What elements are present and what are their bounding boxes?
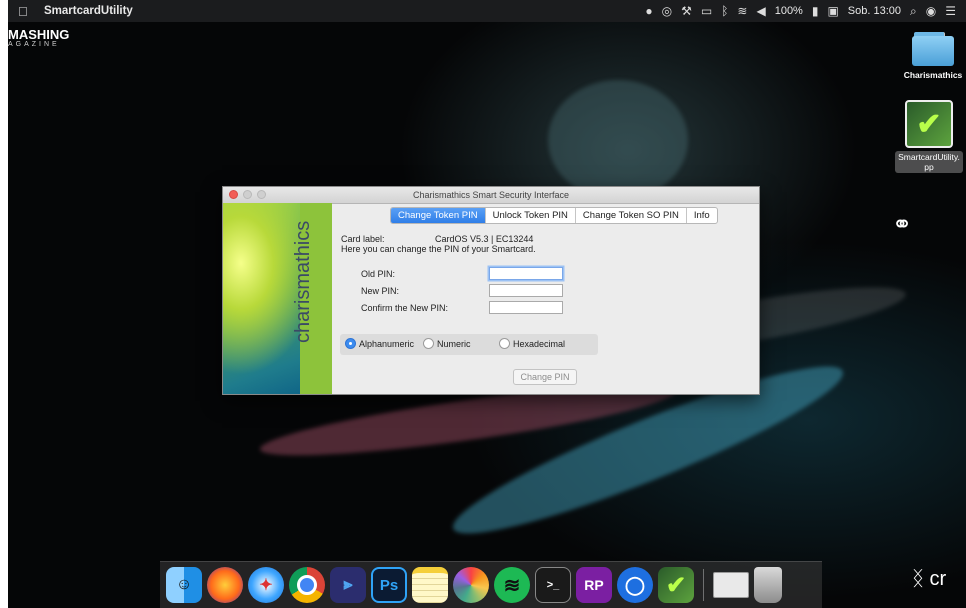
blue-app-icon[interactable]: ◯	[617, 567, 653, 603]
radio-selected-icon	[345, 338, 356, 349]
close-button[interactable]	[229, 190, 238, 199]
new-pin-field[interactable]	[489, 284, 563, 297]
folder-icon	[912, 32, 954, 66]
confirm-pin-field[interactable]	[489, 301, 563, 314]
display-icon[interactable]: ▣	[827, 4, 838, 18]
record-icon[interactable]: ●	[645, 4, 652, 18]
safari-icon[interactable]: ✦	[248, 567, 284, 603]
change-pin-button[interactable]: Change PIN	[513, 369, 577, 385]
tab-info[interactable]: Info	[687, 208, 717, 223]
radio-unselected-icon	[499, 338, 510, 349]
battery-percent[interactable]: 100%	[775, 5, 803, 17]
clock[interactable]: Sob. 13:00	[848, 5, 901, 17]
tab-unlock-token-pin[interactable]: Unlock Token PIN	[486, 208, 576, 223]
photoshop-icon[interactable]: Ps	[371, 567, 407, 603]
search-icon[interactable]: ⌕	[910, 4, 917, 19]
checkmark-icon: ✔	[905, 100, 953, 148]
dock: ☺ ✦ ⫸ Ps ≋ >_ RP ◯ ✔	[160, 561, 822, 608]
radio-alphanumeric[interactable]: Alphanumeric	[345, 338, 414, 349]
rp-app-icon[interactable]: RP	[576, 567, 612, 603]
volume-icon[interactable]: ◀	[756, 4, 765, 18]
status-area: ● ◎ ⚒ ▭ ᛒ ≋ ◀ 100% ▮ ▣ Sob. 13:00 ⌕ ◉ ☰	[645, 4, 956, 19]
window-titlebar[interactable]: Charismathics Smart Security Interface	[223, 187, 759, 204]
apple-icon[interactable]: 	[18, 4, 38, 19]
description-text: Here you can change the PIN of your Smar…	[341, 244, 536, 254]
desktop-item-label: SmartcardUtility. pp	[895, 151, 963, 173]
bluetooth-icon[interactable]: ᛒ	[721, 4, 728, 18]
terminal-icon[interactable]: >_	[535, 567, 571, 603]
desktop-app-smartcardutility[interactable]: ✔ SmartcardUtility. pp	[893, 100, 965, 173]
notes-icon[interactable]	[412, 567, 448, 603]
radio-label: Hexadecimal	[513, 338, 566, 349]
desktop-folder-charismathics[interactable]: Charismathics	[902, 32, 964, 80]
photos-icon[interactable]	[453, 567, 489, 603]
dock-separator	[703, 569, 704, 601]
old-pin-field[interactable]	[489, 267, 563, 280]
brand-logo-title: MASHING	[8, 27, 70, 42]
card-label-name: Card label:	[341, 234, 385, 244]
battery-icon[interactable]: ▮	[812, 4, 819, 18]
old-pin-label: Old PIN:	[361, 269, 396, 279]
siri-icon[interactable]: ◉	[926, 4, 936, 18]
radio-label: Numeric	[437, 338, 471, 349]
finder-icon[interactable]: ☺	[166, 567, 202, 603]
tool-icon[interactable]: ⚒	[681, 4, 692, 18]
minimize-button[interactable]	[243, 190, 252, 199]
wifi-icon[interactable]: ≋	[737, 4, 747, 18]
brand-logo-subtitle: AGAZINE	[8, 41, 60, 48]
radio-numeric[interactable]: Numeric	[423, 338, 471, 349]
radio-unselected-icon	[423, 338, 434, 349]
new-pin-label: New PIN:	[361, 286, 400, 296]
menu-bar:  SmartcardUtility ● ◎ ⚒ ▭ ᛒ ≋ ◀ 100% ▮ …	[8, 0, 966, 22]
smartcard-utility-icon[interactable]: ✔	[658, 567, 694, 603]
sidebar-brand-text: charismathics	[292, 220, 314, 343]
chrome-icon[interactable]	[289, 567, 325, 603]
radio-label: Alphanumeric	[359, 338, 415, 349]
vscode-icon[interactable]: ⫸	[330, 567, 366, 603]
menubar-app-name[interactable]: SmartcardUtility	[44, 5, 133, 17]
wallpaper-stroke	[548, 80, 688, 200]
card-label-value: CardOS V5.3 | EC13244	[435, 234, 534, 244]
spotify-icon[interactable]: ≋	[494, 567, 530, 603]
firefox-icon[interactable]	[207, 567, 243, 603]
zoom-button[interactable]	[257, 190, 266, 199]
smart-security-window: Charismathics Smart Security Interface c…	[222, 186, 760, 395]
window-preview-icon[interactable]	[713, 572, 749, 598]
brand-sidebar: charismathics	[223, 203, 332, 394]
window-title: Charismathics Smart Security Interface	[412, 190, 570, 200]
trash-icon[interactable]	[754, 567, 782, 603]
notification-center-icon[interactable]: ☰	[945, 4, 956, 18]
confirm-pin-label: Confirm the New PIN:	[361, 303, 449, 313]
network-logo-icon: ⚭	[892, 211, 913, 238]
corner-brand-logo: ᛝ cr	[912, 568, 947, 590]
radio-hexadecimal[interactable]: Hexadecimal	[499, 338, 565, 349]
cc-icon[interactable]: ◎	[662, 4, 672, 18]
tab-bar: Change Token PIN Unlock Token PIN Change…	[390, 207, 718, 224]
encoding-radio-group: Alphanumeric Numeric Hexadecimal	[340, 334, 598, 355]
tab-change-token-so-pin[interactable]: Change Token SO PIN	[576, 208, 687, 223]
tab-change-token-pin[interactable]: Change Token PIN	[391, 208, 486, 223]
desktop-item-label: Charismathics	[903, 70, 963, 80]
airplay-icon[interactable]: ▭	[701, 4, 712, 18]
